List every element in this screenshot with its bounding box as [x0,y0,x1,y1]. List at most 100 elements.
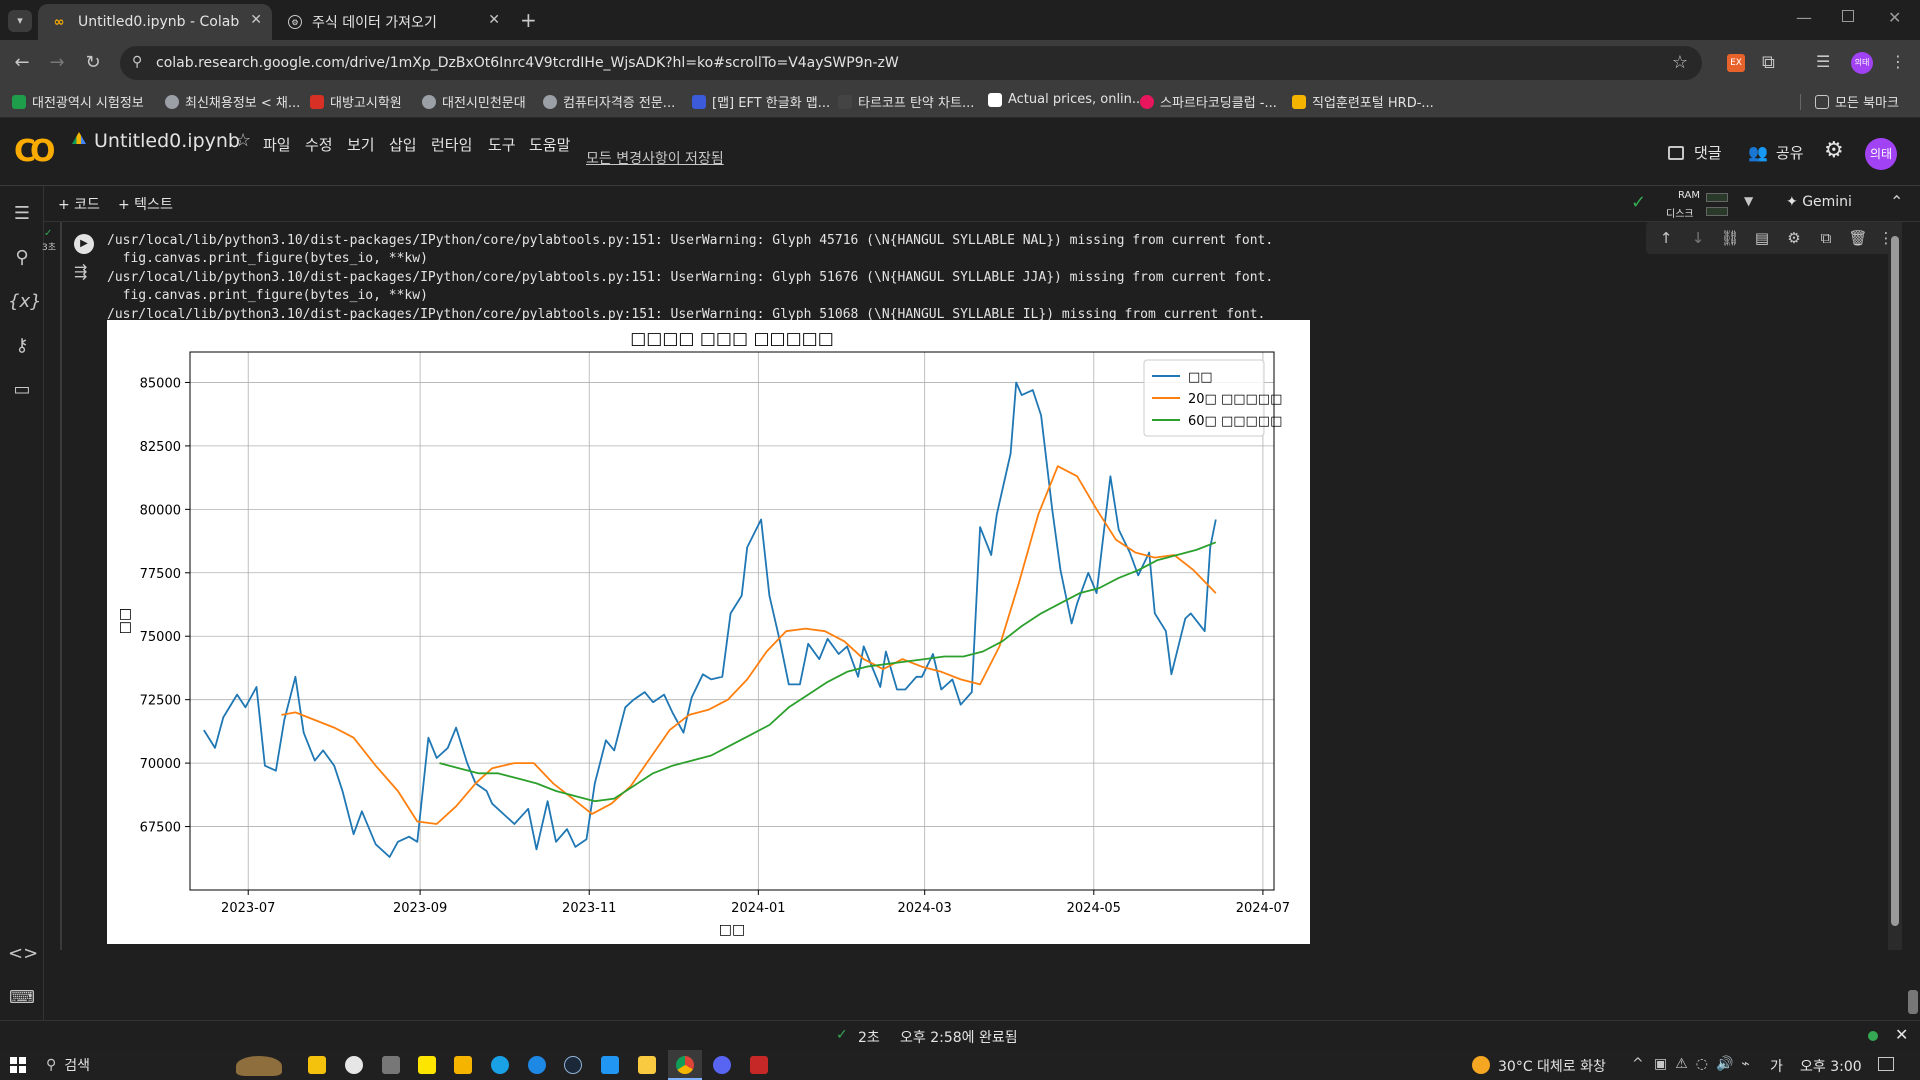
notebook-title[interactable]: Untitled0.ipynb [94,130,240,152]
code-snippets-icon[interactable]: <> [8,940,38,968]
taskbar-search[interactable]: ⚲ 검색 [36,1052,286,1078]
y-axis-label: □□ [117,608,133,634]
search-icon[interactable]: ⚲ [8,244,36,272]
taskbar-clock[interactable]: 오후 3:00 [1800,1056,1862,1076]
menu-tools[interactable]: 도구 [488,134,516,155]
bookmark-item[interactable]: Actual prices, onlin... [988,92,1144,107]
chrome-icon[interactable] [676,1056,694,1074]
minimize-icon[interactable]: — [1796,8,1812,27]
address-bar[interactable]: ⚲ colab.research.google.com/drive/1mXp_D… [120,46,1702,80]
output-line: /usr/local/lib/python3.10/dist-packages/… [107,232,1274,248]
colab-logo[interactable]: CO [14,134,55,169]
legend-label: □□ [1188,370,1213,385]
page-scrollbar-thumb[interactable] [1908,990,1918,1014]
bookmark-favicon [988,92,1002,107]
gemini-button[interactable]: ✦ Gemini [1786,194,1852,210]
bookmark-item[interactable]: 스파르타코딩클럽 -... [1140,92,1277,111]
folder-icon [1815,94,1829,109]
taskbar-app-icon[interactable] [345,1056,363,1074]
series-line-1 [281,465,1217,825]
reload-icon[interactable]: ↻ [81,51,105,75]
bookmark-item[interactable]: 대전시민천문대 [422,92,526,111]
star-icon[interactable]: ☆ [235,130,251,151]
bookmark-item[interactable]: 직업훈련포털 HRD-... [1292,92,1434,111]
tray-chevron-icon[interactable]: ^ [1632,1056,1644,1072]
taskbar-app-icon[interactable] [308,1056,326,1074]
share-button[interactable]: 👥 공유 [1748,142,1804,163]
menu-edit[interactable]: 수정 [305,134,333,155]
collapse-header-icon[interactable]: ⌃ [1890,192,1903,211]
calculator-icon[interactable] [382,1056,400,1074]
menu-help[interactable]: 도움말 [529,134,570,155]
files-folder-icon[interactable]: ▭ [8,376,36,404]
taskbar-app-icon[interactable] [454,1056,472,1074]
bookmark-item[interactable]: [맵] EFT 한글화 맵... [692,92,830,111]
output-menu-icon[interactable]: ⇶ [74,262,87,281]
ime-indicator[interactable]: 가 [1770,1056,1783,1076]
cell-exec-check-icon: ✓ [44,228,53,239]
menu-file[interactable]: 파일 [263,134,291,155]
scrollbar[interactable] [1888,222,1902,950]
edge-icon[interactable] [491,1056,509,1074]
bookmark-item[interactable]: 대전광역시 시험정보 [12,92,144,111]
file-explorer-icon[interactable] [638,1056,656,1074]
browser-menu-icon[interactable]: ⋮ [1890,52,1906,71]
run-cell-button[interactable]: ▶ [74,234,94,254]
add-text-button[interactable]: + 텍스트 [118,194,173,214]
ie-icon[interactable] [528,1056,546,1074]
windows-start-icon[interactable] [10,1057,26,1073]
secrets-key-icon[interactable]: ⚷ [8,332,36,360]
menu-view[interactable]: 보기 [347,134,375,155]
comment-button[interactable]: 댓글 [1668,142,1722,163]
variables-icon[interactable]: {x} [8,288,42,316]
new-tab-button[interactable]: + [520,8,537,32]
status-completed[interactable]: 오후 2:58에 완료됨 [900,1027,1018,1047]
taskbar-app-icon[interactable] [601,1056,619,1074]
kakaotalk-icon[interactable] [418,1056,436,1074]
tab-search-button[interactable]: ▾ [8,10,32,32]
y-tick-label: 77500 [140,567,181,582]
back-icon[interactable]: ← [10,51,34,75]
user-avatar[interactable]: 의태 [1865,138,1897,170]
all-bookmarks-folder[interactable]: 모든 북마크 [1815,92,1899,111]
close-icon[interactable]: ✕ [250,12,262,28]
steam-icon[interactable] [564,1056,582,1074]
taskbar-app-icon[interactable] [750,1056,768,1074]
site-info-icon[interactable]: ⚲ [132,54,142,70]
terminal-icon[interactable]: ⌨ [8,984,36,1012]
search-icon: ⚲ [46,1057,57,1073]
bookmark-item[interactable]: 컴퓨터자격증 전문... [543,92,675,111]
scrollbar-thumb[interactable] [1891,236,1899,926]
tab-chatgpt[interactable]: ⚙ 주식 데이터 가져오기 ✕ [276,4,510,40]
weather-text[interactable]: 30°C 대체로 화창 [1498,1056,1606,1076]
menu-runtime[interactable]: 런타임 [431,134,472,155]
resource-monitor[interactable]: RAM 디스크 [1666,188,1746,220]
status-close-icon[interactable]: ✕ [1895,1025,1908,1044]
bookmark-item[interactable]: 대방고시학원 [310,92,402,111]
settings-gear-icon[interactable]: ⚙ [1824,138,1844,163]
x-axis-label: □□ [719,922,745,938]
menu-insert[interactable]: 삽입 [389,134,417,155]
tray-icons[interactable]: ▣⚠◌🔊⌁ [1654,1056,1758,1072]
extension-ex-icon[interactable]: EX [1727,54,1745,72]
bookmark-item[interactable]: 타르코프 탄약 차트... [838,92,974,111]
media-control-icon[interactable]: ☰ [1816,52,1830,71]
table-of-contents-icon[interactable]: ☰ [8,200,36,228]
cell-exec-time: 3초 [42,243,57,253]
bookmark-item[interactable]: 최신채용정보 < 채... [165,92,300,111]
profile-avatar[interactable]: 의태 [1851,52,1873,74]
tab-colab[interactable]: ∞ Untitled0.ipynb - Colab ✕ [38,4,272,40]
runtime-dropdown-icon[interactable]: ▼ [1744,194,1753,208]
extensions-puzzle-icon[interactable]: ⧉ [1762,52,1775,73]
window-close-icon[interactable]: ✕ [1888,8,1901,27]
forward-icon[interactable]: → [45,51,69,75]
saved-status[interactable]: 모든 변경사항이 저장됨 [586,148,724,168]
restore-icon[interactable] [1842,10,1854,22]
stock-chart: 2023-07 2023-09 2023-11 2024-01 2024-03 2024-… [117,329,1290,938]
bookmark-star-icon[interactable]: ☆ [1672,52,1688,73]
close-icon[interactable]: ✕ [488,12,500,28]
notification-icon[interactable] [1878,1057,1894,1071]
x-tick-label: 2023-11 [562,901,616,916]
discord-icon[interactable] [713,1056,731,1074]
add-code-button[interactable]: + 코드 [58,194,100,214]
